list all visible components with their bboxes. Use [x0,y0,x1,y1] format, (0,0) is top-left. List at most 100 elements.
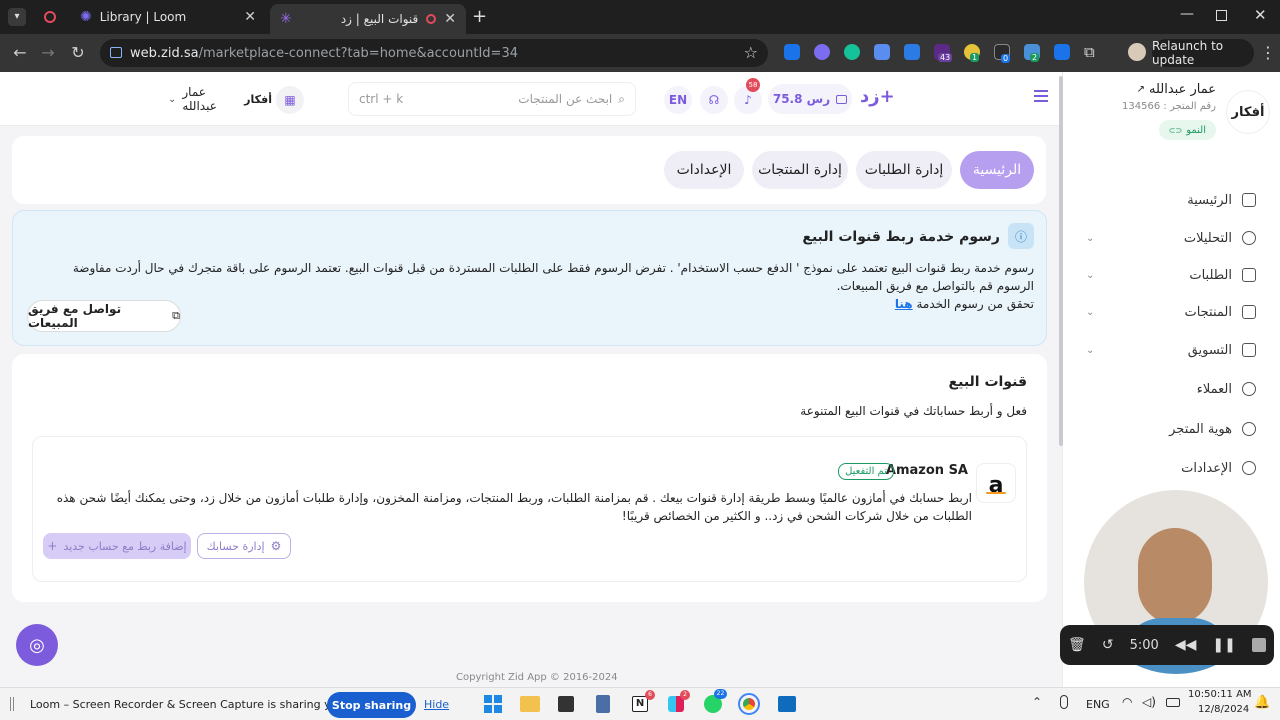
extensions-puzzle-icon[interactable]: ⧉ [1084,43,1095,61]
recording-icon [44,11,56,23]
tab-settings[interactable]: الإعدادات [664,151,744,189]
sidebar-item-home[interactable]: الرئيسية [1086,188,1256,212]
loom-icon: ✺ [80,9,92,25]
profile-avatar[interactable] [1128,43,1146,61]
gear-icon [1242,461,1256,475]
battery-icon[interactable] [1166,698,1180,707]
fees-link[interactable]: هنا [895,297,913,311]
close-window-button[interactable]: ✕ [1254,6,1267,24]
stop-icon[interactable] [1251,638,1266,652]
wallet-balance[interactable]: 75.8 رس [768,84,852,114]
outlook-icon[interactable] [778,696,796,712]
restart-icon[interactable]: ↺ [1102,637,1114,653]
tab-orders-management[interactable]: إدارة الطلبات [856,151,952,189]
support-chat-button[interactable]: ◎ [16,624,58,666]
site-info-icon[interactable] [110,47,122,58]
add-new-account-button[interactable]: + إضافة ربط مع حساب جديد [43,533,191,559]
store-user-name: عمار عبدالله [182,85,217,113]
tab-loom-library[interactable]: ✺ Library | Loom ✕ [70,4,266,30]
sticky-notes-icon[interactable] [558,696,574,712]
relaunch-button[interactable]: Relaunch to update [1152,39,1254,67]
new-tab-button[interactable]: + [472,6,487,27]
sidebar-item-orders[interactable]: الطلبات ⌄ [1086,263,1256,287]
manage-account-button[interactable]: إدارة حسابك ⚙ [197,533,291,559]
sidebar-item-settings[interactable]: الإعدادات [1086,456,1256,480]
search-box[interactable]: ctrl + k ابحث عن المنتجات ⌕ [348,82,636,116]
box-icon [1242,305,1256,319]
extension-badge: 1 [970,53,980,62]
maximize-button[interactable] [1216,10,1227,21]
file-explorer-icon[interactable] [520,696,540,712]
microphone-icon[interactable] [1060,695,1068,709]
volume-icon[interactable]: ◁) [1142,695,1156,709]
wifi-icon[interactable]: ◠ [1122,695,1132,709]
extension-icon[interactable] [874,44,890,60]
chevron-down-icon: ⌄ [1086,269,1095,281]
recording-icon [426,14,437,24]
extension-icon[interactable] [814,44,830,60]
tabs-card: الرئيسية إدارة الطلبات إدارة المنتجات ال… [12,136,1046,204]
fees-info-card: ⓘ رسوم خدمة ربط قنوات البيع رسوم خدمة رب… [12,210,1047,346]
extension-icon[interactable]: 43 [934,44,953,62]
back-button[interactable]: ← [10,44,30,62]
store-name[interactable]: عمار عبدالله ↗ [1137,82,1216,97]
grammarly-icon[interactable] [844,44,860,60]
sidebar-item-marketing[interactable]: التسويق ⌄ [1086,338,1256,362]
chrome-icon[interactable] [738,693,760,715]
tab-search-button[interactable]: ▾ [8,8,26,26]
headset-icon[interactable]: ☊ [700,86,728,114]
minimize-button[interactable]: — [1180,6,1194,22]
amazon-logo-icon: a [976,463,1016,503]
calculator-icon[interactable] [596,695,610,713]
sales-channels-card: قنوات البيع فعل و أربط حساباتك في قنوات … [12,354,1047,602]
taskbar-language[interactable]: ENG [1086,698,1110,711]
channels-subtitle: فعل و أربط حساباتك في قنوات البيع المتنو… [800,404,1027,418]
address-bar[interactable]: web.zid.sa/marketplace-connect?tab=home&… [100,39,768,67]
browser-menu-icon[interactable]: ⋮ [1260,43,1276,62]
sidebar-item-products[interactable]: المنتجات ⌄ [1086,300,1256,324]
amazon-channel-name: Amazon SA [885,463,968,478]
extension-icon[interactable]: 2 [1024,44,1040,62]
palette-icon [1242,422,1256,436]
add-new-account-label: إضافة ربط مع حساب جديد [63,539,187,553]
extension-icon[interactable] [904,44,920,60]
close-icon[interactable]: ✕ [244,9,256,25]
extension-icon[interactable] [1054,44,1070,60]
pause-icon[interactable]: ❚❚ [1212,637,1235,653]
extension-icon[interactable]: 1 [964,44,980,62]
sidebar-item-label: التحليلات [1183,230,1232,246]
rewind-icon[interactable]: ◀◀ [1175,637,1197,653]
sidebar-item-customers[interactable]: العملاء [1086,377,1256,401]
notification-center-icon[interactable]: 🔔 [1254,695,1270,710]
store-switcher[interactable]: ⌄ عمار عبدالله أفكار [160,80,272,118]
tab-home[interactable]: الرئيسية [960,151,1034,189]
wallet-icon [836,94,848,104]
stop-sharing-button[interactable]: Stop sharing [327,692,416,718]
taskbar-badge: 2 [680,690,690,700]
contact-sales-button[interactable]: تواصل مع فريق المبيعات ⧉ [27,300,181,332]
reload-button[interactable]: ↻ [68,44,88,62]
search-icon: ⌕ [618,91,625,106]
loom-controls: 🗑 ↺ 5:00 ◀◀ ❚❚ [1060,625,1274,665]
sidebar-item-analytics[interactable]: التحليلات ⌄ [1086,226,1256,250]
bookmark-star-icon[interactable]: ☆ [744,43,758,62]
apps-grid-icon[interactable]: ▦ [276,86,304,114]
extension-icon[interactable] [784,44,800,60]
close-icon[interactable]: ✕ [444,11,456,27]
language-toggle[interactable]: EN [664,86,692,114]
drag-handle-icon[interactable] [10,697,14,711]
menu-icon[interactable] [1034,90,1048,102]
tab-products-management[interactable]: إدارة المنتجات [752,151,848,189]
extension-icon[interactable]: 0 [994,44,1011,63]
sidebar-item-store-identity[interactable]: هوية المتجر [1086,417,1256,441]
trash-icon[interactable]: 🗑 [1068,637,1086,653]
zid-logo[interactable]: زد+ [860,86,895,107]
hide-sharing-link[interactable]: Hide [424,698,449,711]
windows-start-icon[interactable] [484,695,502,713]
store-logo: أفكار [244,92,272,106]
chevron-up-icon[interactable]: ⌃ [1032,695,1042,709]
tab-title: قنوات البيع | زد [340,12,419,26]
tab-zid-sales-channels[interactable]: ✳ قنوات البيع | زد ✕ [270,4,466,34]
forward-button[interactable]: → [38,44,58,62]
page-scrollbar[interactable] [1059,76,1063,446]
